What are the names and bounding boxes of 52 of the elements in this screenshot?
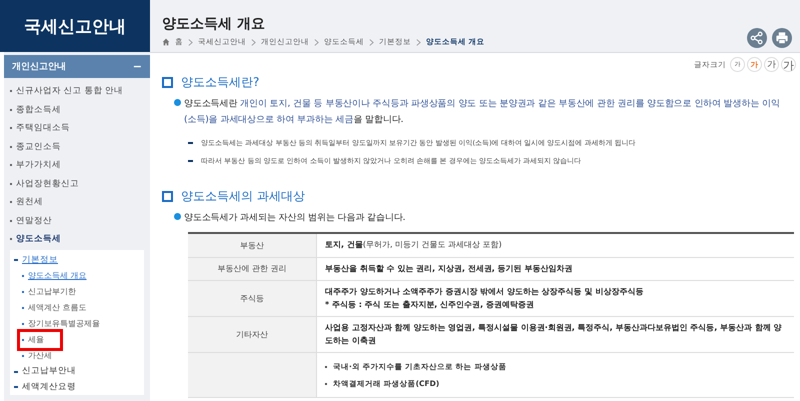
chevron-icon bbox=[314, 38, 319, 46]
square-bullet-icon bbox=[162, 77, 173, 88]
submenu-link[interactable]: 신고납부기한 bbox=[28, 284, 76, 300]
chevron-icon bbox=[369, 38, 374, 46]
circle-bullet-icon bbox=[174, 213, 181, 220]
sidebar-item[interactable]: 사업장현황신고 bbox=[16, 174, 79, 193]
submenu-link[interactable]: 양도소득세 개요 bbox=[28, 268, 87, 284]
share-button[interactable] bbox=[747, 28, 767, 48]
submenu-item[interactable]: 세액계산요령 bbox=[22, 380, 76, 395]
submenu-link[interactable]: 세율 bbox=[28, 332, 44, 348]
section-heading: 양도소득세란? bbox=[162, 74, 800, 91]
page-title: 양도소득세 개요 bbox=[162, 15, 266, 33]
lead-paragraph: 양도소득세가 과세되는 자산의 범위는 다음과 같습니다. bbox=[184, 212, 406, 225]
sidebar-item[interactable]: 원천세 bbox=[16, 193, 43, 212]
section-heading: 양도소득세의 과세대상 bbox=[162, 188, 800, 205]
print-button[interactable] bbox=[772, 28, 792, 48]
table-cell-text: 사업용 고정자산과 함께 양도하는 영업권, 특정시설물 이용권·회원권, 특정주식, 부동산과다보유법인 주식등, 부동산과 함께 양도하는 이축권 bbox=[325, 322, 783, 346]
font-size-button[interactable]: 가 bbox=[781, 57, 796, 72]
submenu-link[interactable]: 세액계산 흐름도 bbox=[28, 300, 87, 316]
table-cell-text: 토지, 건물(무허가, 미등기 건물도 과세대상 포함) bbox=[325, 239, 503, 251]
dash-bullet-icon bbox=[188, 142, 193, 144]
sidebar-title: 국세신고안내 bbox=[0, 0, 150, 52]
table-cell-text: 대주주가 양도하거나 소액주주가 증권시장 밖에서 양도하는 상장주식등 및 비상장주식등 bbox=[325, 286, 644, 298]
printer-icon bbox=[774, 30, 790, 46]
circle-bullet-icon bbox=[174, 99, 181, 106]
sidebar-section-header[interactable]: 개인신고안내 − bbox=[4, 55, 150, 78]
sidebar-item[interactable]: 연말정산 bbox=[16, 212, 52, 230]
dash-bullet-icon bbox=[188, 160, 193, 162]
sidebar-item[interactable]: 부가가치세 bbox=[16, 156, 61, 174]
row-header-cell: 부동산 bbox=[188, 233, 316, 257]
row-header-cell: 부동산에 관한 권리 bbox=[188, 257, 316, 280]
share-icon bbox=[749, 30, 765, 46]
sidebar-item[interactable]: 종합소득세 bbox=[16, 100, 61, 119]
font-size-button[interactable]: 가 bbox=[764, 57, 779, 72]
sidebar-item[interactable]: 신규사업자 신고 통합 안내 bbox=[16, 82, 124, 100]
home-icon bbox=[162, 38, 170, 46]
sidebar-item[interactable]: 양도소득세 bbox=[16, 230, 61, 248]
table-cell-text: 부동산을 취득할 수 있는 권리, 지상권, 전세권, 등기된 부동산임차권 bbox=[325, 262, 574, 274]
chevron-icon bbox=[416, 38, 421, 46]
chevron-icon bbox=[188, 38, 193, 46]
table-cell-text: * 주식등 : 주식 또는 출자지분, 신주인수권, 증권예탁증권 bbox=[325, 298, 535, 310]
chevron-icon bbox=[251, 38, 256, 46]
sidebar-item[interactable]: 종교인소득 bbox=[16, 138, 61, 156]
submenu-item[interactable]: 기본정보 bbox=[22, 252, 58, 268]
submenu-link[interactable]: 가산세 bbox=[28, 348, 52, 364]
row-header-cell: 기타자산 bbox=[188, 316, 316, 352]
lead-paragraph: 양도소득세란 개인이 토지, 건물 등 부동산이나 주식등과 파생상품의 양도 또는 분양권과 같은 부동산에 관한 권리를 양도함으로 인하여 발생하는 이익(소득)을 과세대상으로 하여 부과하는 세금을 말합니다. bbox=[184, 98, 781, 127]
sidebar-item[interactable]: 주택임대소득 bbox=[16, 119, 70, 138]
submenu-link[interactable]: 장기보유특별공제율 bbox=[28, 316, 100, 332]
row-header-cell: 주식등 bbox=[188, 280, 316, 316]
square-bullet-icon bbox=[162, 191, 173, 202]
submenu-item[interactable]: 신고납부안내 bbox=[22, 364, 76, 380]
